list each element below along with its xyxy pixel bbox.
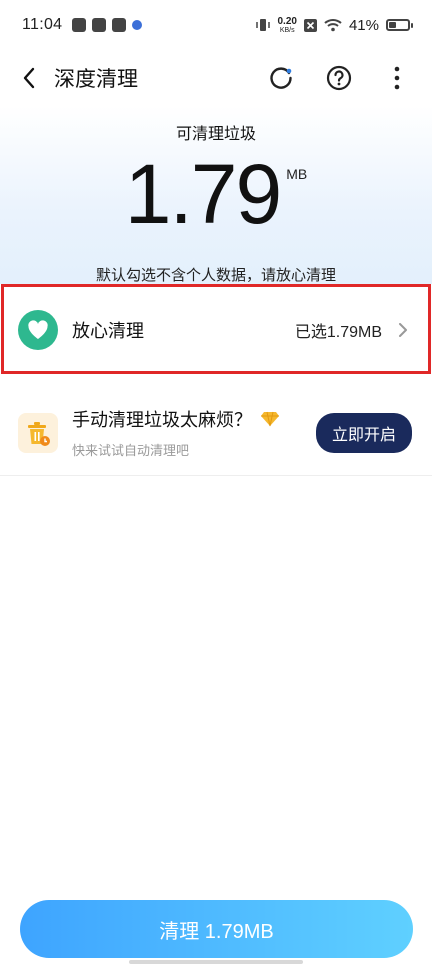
junk-size-unit: MB bbox=[286, 166, 308, 182]
junk-size: 1.79 MB bbox=[0, 146, 432, 242]
battery-text: 41% bbox=[348, 16, 379, 34]
diamond-icon bbox=[260, 411, 280, 427]
page-title: 深度清理 bbox=[54, 68, 138, 91]
auto-clean-promo: 手动清理垃圾太麻烦？ 快来试试自动清理吧 立即开启 bbox=[0, 390, 432, 476]
notification-icons bbox=[72, 18, 143, 32]
summary-tip: 默认勾选不含个人数据，请放心清理 bbox=[95, 267, 336, 284]
no-sim-icon bbox=[303, 18, 317, 32]
notification-icon bbox=[112, 18, 127, 32]
refresh-icon[interactable] bbox=[264, 61, 298, 95]
wifi-icon bbox=[324, 19, 342, 32]
top-app-bar: 深度清理 bbox=[0, 50, 432, 106]
clean-button[interactable]: 清理 1.79MB bbox=[20, 900, 413, 958]
status-bar: 11:04 0.20 KB/s 41% bbox=[0, 0, 432, 50]
summary-label: 可清理垃圾 bbox=[175, 126, 256, 143]
junk-size-value: 1.79 bbox=[124, 147, 282, 241]
highlight-box bbox=[1, 284, 431, 374]
junk-summary: 可清理垃圾 1.79 MB 默认勾选不含个人数据，请放心清理 bbox=[0, 106, 432, 284]
notification-icon bbox=[72, 18, 87, 32]
back-icon[interactable] bbox=[22, 67, 44, 89]
auto-clean-subtitle: 快来试试自动清理吧 bbox=[72, 443, 190, 458]
status-time: 11:04 bbox=[22, 16, 63, 33]
help-icon[interactable] bbox=[322, 61, 356, 95]
auto-clean-title: 手动清理垃圾太麻烦？ bbox=[72, 410, 252, 430]
notification-icon bbox=[92, 18, 107, 32]
notification-icon bbox=[132, 20, 143, 30]
more-icon[interactable] bbox=[380, 61, 414, 95]
battery-icon bbox=[386, 19, 413, 31]
vibrate-icon bbox=[255, 19, 270, 31]
home-indicator[interactable] bbox=[129, 960, 303, 964]
trash-icon bbox=[18, 412, 58, 453]
enable-auto-clean-button[interactable]: 立即开启 bbox=[315, 412, 412, 453]
net-speed: 0.20 KB/s bbox=[277, 15, 297, 34]
